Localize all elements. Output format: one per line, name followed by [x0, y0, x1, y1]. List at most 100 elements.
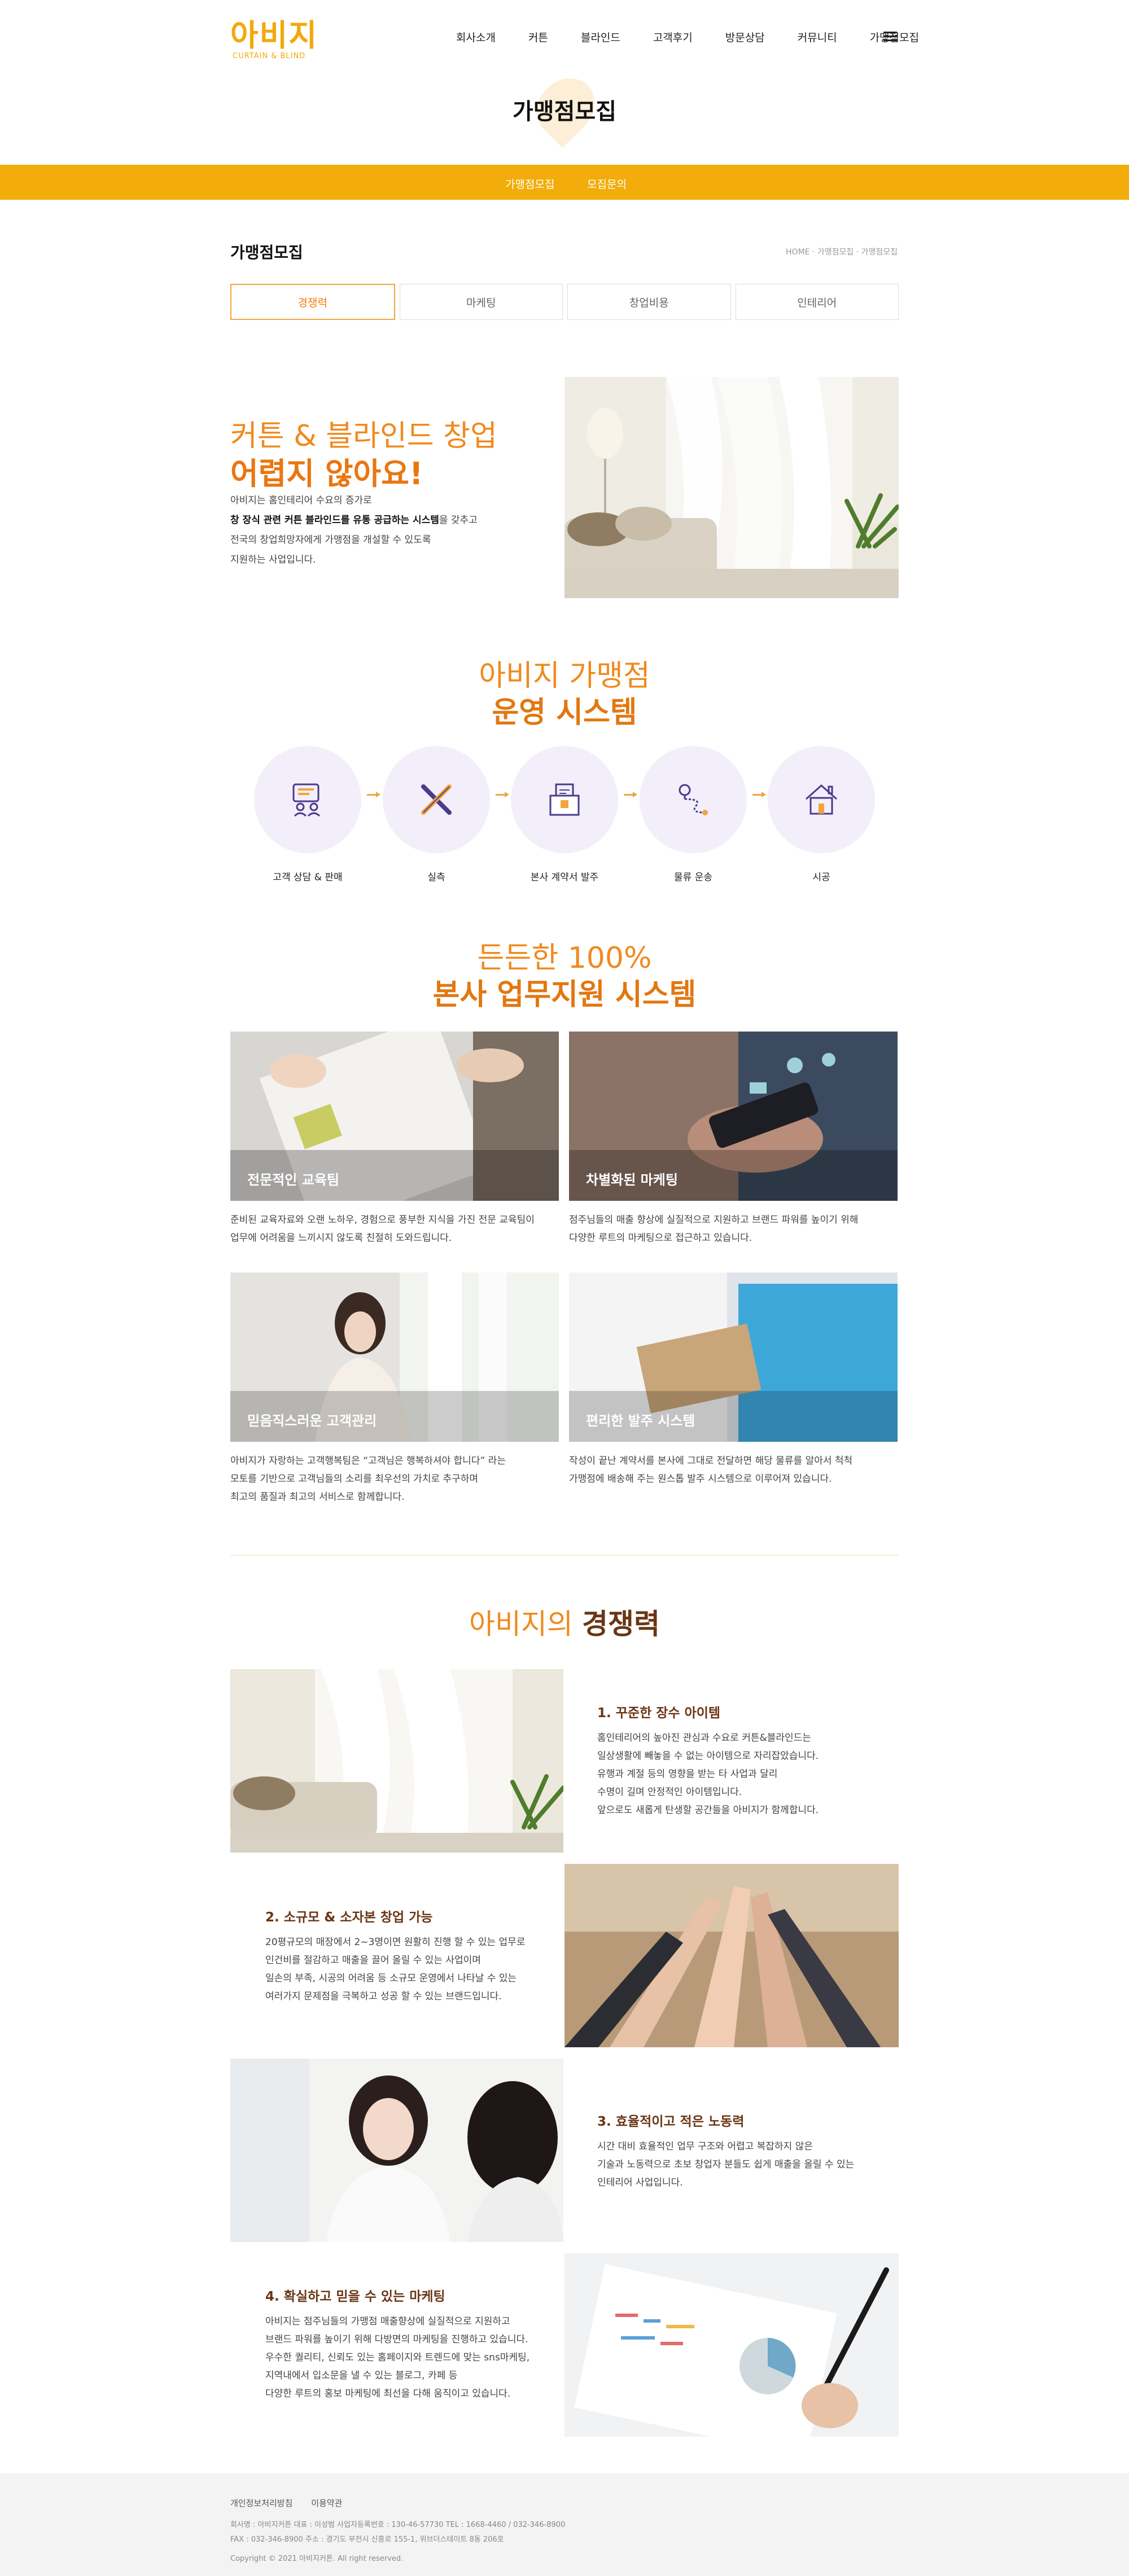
step-arrow — [367, 792, 380, 797]
hero-living-room-image — [564, 377, 899, 598]
compet-line: 20평규모의 매장에서 2~3명이면 원활히 진행 할 수 있는 업무로 — [265, 1937, 526, 1948]
compet-line: 아비지는 점주님들의 가맹점 매출향상에 실질적으로 지원하고 — [265, 2316, 510, 2327]
system-heading-line1: 아비지 가맹점 — [479, 659, 650, 693]
compet-line: 지역내에서 입소문을 낼 수 있는 블로그, 카페 등 — [265, 2370, 458, 2381]
compet-text: 홈인테리어의 높아진 관심과 수요로 커튼&블라인드는 일상생활에 빼놓을 수 … — [597, 1729, 868, 1819]
hamburger-menu-icon[interactable] — [883, 32, 897, 42]
tab-competitiveness[interactable]: 경쟁력 — [230, 284, 395, 320]
ordering-image: 편리한 발주 시스템 — [569, 1272, 898, 1442]
support-heading-line2: 본사 업무지원 시스템 — [432, 978, 697, 1012]
tab-marketing[interactable]: 마케팅 — [399, 284, 563, 320]
step-label: 물류 운송 — [674, 872, 712, 883]
card-caption: 믿음직스러운 고객관리 — [247, 1413, 377, 1429]
compet-item-2: 2. 소규모 & 소자본 창업 가능 20평규모의 매장에서 2~3명이면 원활… — [265, 1906, 536, 2005]
section-title: 가맹점모집 — [230, 243, 303, 262]
card-caption: 차별화된 마케팅 — [586, 1172, 678, 1188]
hero-desc-line: 창 장식 관련 커튼 블라인드를 유통 공급하는 시스템을 갖추고 — [230, 511, 524, 530]
compet-line: 브랜드 파워를 높이기 위해 다방면의 마케팅을 진행하고 있습니다. — [265, 2334, 528, 2345]
step-label: 실측 — [427, 872, 445, 883]
card-description: 점주님들의 매출 향상에 실질적으로 지원하고 브랜드 파워를 높이기 위해 다… — [569, 1211, 898, 1247]
support-card-marketing: 차별화된 마케팅 점주님들의 매출 향상에 실질적으로 지원하고 브랜드 파워를… — [569, 1032, 898, 1247]
house-icon — [768, 746, 875, 853]
hero-heading-line2: 어렵지 않아요! — [230, 456, 423, 491]
step-label: 시공 — [812, 872, 830, 883]
nav-item-company[interactable]: 회사소개 — [456, 29, 496, 45]
breadcrumb: HOME · 가맹점모집 · 가맹점모집 — [786, 248, 898, 257]
main-nav: 회사소개 커튼 블라인드 고객후기 방문상담 커뮤니티 가맹점모집 — [456, 29, 952, 45]
compet-text: 20평규모의 매장에서 2~3명이면 원활히 진행 할 수 있는 업무로 인건비… — [265, 1933, 536, 2005]
subnav-franchise[interactable]: 가맹점모집 — [505, 176, 554, 191]
subnav-inquiry[interactable]: 모집문의 — [587, 176, 627, 191]
terms-link[interactable]: 이용약관 — [311, 2498, 342, 2508]
tab-startup-cost[interactable]: 창업비용 — [567, 284, 731, 320]
sub-nav-bar: 가맹점모집 모집문의 — [0, 165, 1129, 200]
support-heading-line1: 든든한 100% — [477, 941, 652, 975]
delivery-route-icon — [640, 746, 747, 853]
step-label: 고객 상담 & 판매 — [273, 872, 343, 883]
support-card-ordering: 편리한 발주 시스템 작성이 끝난 계약서를 본사에 그대로 전달하면 해당 물… — [569, 1272, 898, 1488]
card-desc-line: 가맹점에 배송해 주는 원스톱 발주 시스템으로 이루어져 있습니다. — [569, 1473, 832, 1485]
nav-item-blind[interactable]: 블라인드 — [581, 29, 620, 45]
tab-bar: 경쟁력 마케팅 창업비용 인테리어 — [230, 284, 899, 320]
process-step: 실측 — [383, 746, 490, 883]
privacy-policy-link[interactable]: 개인정보처리방침 — [230, 2498, 292, 2508]
site-header: 아비지 CURTAIN & BLIND 회사소개 커튼 블라인드 고객후기 방문… — [0, 0, 1129, 73]
hero-description: 아비지는 홈인테리어 수요의 증가로 창 장식 관련 커튼 블라인드를 유통 공… — [230, 491, 524, 570]
hero-desc-bold: 창 장식 관련 커튼 블라인드를 유통 공급하는 시스템 — [230, 515, 439, 526]
compet-line: 홈인테리어의 높아진 관심과 수요로 커튼&블라인드는 — [597, 1732, 811, 1744]
card-caption: 편리한 발주 시스템 — [586, 1413, 695, 1429]
card-description: 준비된 교육자료와 오랜 노하우, 경험으로 풍부한 지식을 가진 전문 교육팀… — [230, 1211, 559, 1247]
compet-image-living-room — [230, 1669, 563, 1853]
customer-care-image: 믿음직스러운 고객관리 — [230, 1272, 559, 1442]
education-image: 전문적인 교육팀 — [230, 1032, 559, 1201]
compet-image-charts — [564, 2253, 899, 2437]
card-description: 아비지가 자랑하는 고객행복팀은 “고객님은 행복하셔야 합니다” 라는 모토를… — [230, 1452, 559, 1506]
step-arrow — [752, 792, 766, 797]
card-desc-line: 다양한 루트의 마케팅으로 접근하고 있습니다. — [569, 1232, 752, 1244]
hero-desc-line: 지원하는 사업입니다. — [230, 554, 316, 565]
compet-line: 앞으로도 새롭게 탄생할 공간들을 아비지가 함께합니다. — [597, 1805, 819, 1816]
tab-interior[interactable]: 인테리어 — [735, 284, 899, 320]
page-title-area: 가맹점모집 — [0, 66, 1129, 164]
card-description: 작성이 끝난 계약서를 본사에 그대로 전달하면 해당 물류를 알아서 척척 가… — [569, 1452, 898, 1488]
compet-line: 인건비를 절감하고 매출을 끌어 올릴 수 있는 사업이며 — [265, 1955, 481, 1966]
page-title: 가맹점모집 — [513, 99, 616, 125]
logo[interactable]: 아비지 CURTAIN & BLIND — [230, 17, 318, 61]
card-caption: 전문적인 교육팀 — [247, 1172, 339, 1188]
logo-text: 아비지 — [230, 17, 318, 53]
section-divider — [230, 1555, 899, 1556]
nav-item-curtain[interactable]: 커튼 — [528, 29, 548, 45]
card-desc-line: 모토를 기반으로 고객님들의 소리를 최우선의 가치로 추구하며 — [230, 1473, 479, 1485]
card-desc-line: 준비된 교육자료와 오랜 노하우, 경험으로 풍부한 지식을 가진 전문 교육팀… — [230, 1214, 535, 1226]
compet-line: 여러가지 문제점을 극복하고 성공 할 수 있는 브랜드입니다. — [265, 1991, 502, 2002]
compet-item-1: 1. 꾸준한 장수 아이템 홈인테리어의 높아진 관심과 수요로 커튼&블라인드… — [597, 1702, 868, 1819]
step-label: 본사 계약서 발주 — [530, 872, 599, 883]
compet-line: 다양한 루트의 홍보 마케팅에 최선을 다해 움직이고 있습니다. — [265, 2388, 511, 2399]
compet-line: 인테리어 사업입니다. — [597, 2177, 683, 2188]
card-desc-line: 작성이 끝난 계약서를 본사에 그대로 전달하면 해당 물류를 알아서 척척 — [569, 1455, 853, 1467]
footer-copyright: Copyright © 2021 아비지커튼. All right reserv… — [230, 2555, 404, 2563]
card-desc-line: 점주님들의 매출 향상에 실질적으로 지원하고 브랜드 파워를 높이기 위해 — [569, 1214, 859, 1226]
nav-item-visit[interactable]: 방문상담 — [725, 29, 765, 45]
compet-line: 유행과 계절 등의 영향을 받는 타 사업과 달리 — [597, 1768, 778, 1780]
compet-image-high-five — [564, 1864, 899, 2047]
compet-item-3: 3. 효율적이고 적은 노동력 시간 대비 효율적인 업무 구조와 어렵고 복잡… — [597, 2110, 868, 2192]
logo-subtext: CURTAIN & BLIND — [233, 52, 306, 60]
compet-line: 일손의 부족, 시공의 어려움 등 소규모 운영에서 나타날 수 있는 — [265, 1973, 517, 1984]
compet-text: 시간 대비 효율적인 업무 구조와 어렵고 복잡하지 않은 기술과 노동력으로 … — [597, 2138, 868, 2192]
support-card-education: 전문적인 교육팀 준비된 교육자료와 오랜 노하우, 경험으로 풍부한 지식을 … — [230, 1032, 559, 1247]
hero-desc-line: 아비지는 홈인테리어 수요의 증가로 — [230, 495, 372, 506]
compet-heading: 4. 확실하고 믿을 수 있는 마케팅 — [265, 2289, 445, 2304]
footer-company-info: 회사명 : 아비지커튼 대표 : 이성범 사업자등록번호 : 130-46-57… — [230, 2521, 566, 2529]
nav-item-community[interactable]: 커뮤니티 — [798, 29, 837, 45]
card-desc-line: 아비지가 자랑하는 고객행복팀은 “고객님은 행복하셔야 합니다” 라는 — [230, 1455, 506, 1467]
compet-image-consultation — [230, 2059, 563, 2242]
footer-links: 개인정보처리방침 이용약관 — [230, 2497, 358, 2509]
hero-desc-line: 전국의 창업희망자에게 가맹점을 개설할 수 있도록 — [230, 534, 431, 546]
consultation-icon — [254, 746, 361, 853]
competitiveness-heading-bold: 경쟁력 — [581, 1608, 660, 1640]
site-footer: 개인정보처리방침 이용약관 회사명 : 아비지커튼 대표 : 이성범 사업자등록… — [0, 2473, 1129, 2576]
system-heading-line2: 운영 시스템 — [492, 696, 637, 730]
process-step: 물류 운송 — [640, 746, 747, 883]
nav-item-reviews[interactable]: 고객후기 — [653, 29, 693, 45]
